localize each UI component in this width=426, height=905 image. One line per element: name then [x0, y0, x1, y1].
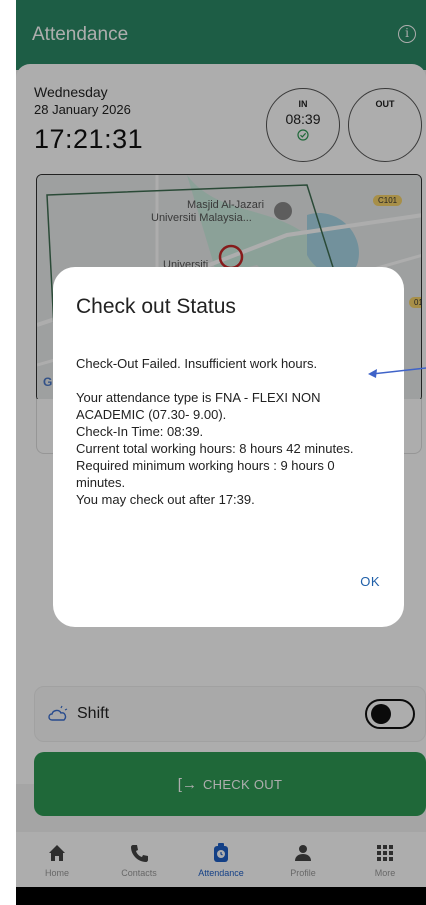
dialog-title: Check out Status — [76, 295, 236, 318]
annotation-arrow-icon — [368, 367, 426, 378]
dialog-line-attendance-type: Your attendance type is FNA - FLEXI NON … — [76, 390, 321, 422]
dialog-line-failed: Check-Out Failed. Insufficient work hour… — [76, 356, 318, 371]
dialog-message: Check-Out Failed. Insufficient work hour… — [76, 355, 381, 508]
ok-button[interactable]: OK — [360, 574, 380, 589]
dialog-line-check-out-after: You may check out after 17:39. — [76, 492, 255, 507]
check-out-status-dialog: Check out Status Check-Out Failed. Insuf… — [53, 267, 404, 627]
dialog-line-required-hours: Required minimum working hours : 9 hours… — [76, 458, 335, 490]
dialog-line-current-hours: Current total working hours: 8 hours 42 … — [76, 441, 354, 456]
phone-screen: Attendance i Wednesday 28 January 2026 1… — [16, 0, 426, 905]
dialog-line-check-in-time: Check-In Time: 08:39. — [76, 424, 204, 439]
